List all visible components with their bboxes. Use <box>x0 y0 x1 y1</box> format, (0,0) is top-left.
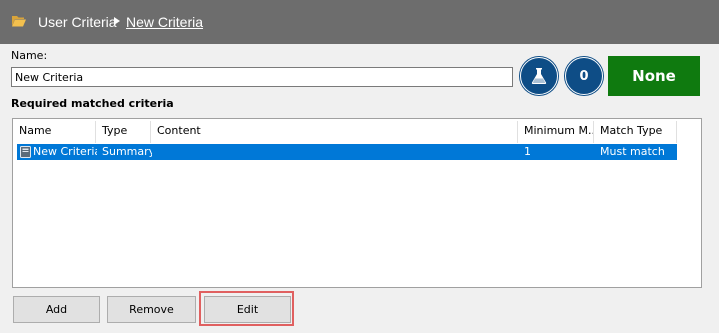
cell-name: New Criteria <box>33 145 97 158</box>
table-row[interactable]: New Criteria Summary 1 Must match <box>17 144 677 160</box>
breadcrumb-current[interactable]: New Criteria <box>126 14 203 30</box>
match-count-badge[interactable]: 0 <box>565 57 603 95</box>
header-bar: User Criteria New Criteria <box>0 0 719 44</box>
test-button[interactable] <box>520 57 558 95</box>
breadcrumb-root[interactable]: User Criteria <box>38 14 117 30</box>
flask-icon <box>531 68 547 84</box>
cell-content <box>157 144 517 160</box>
cell-minimum: 1 <box>524 145 531 158</box>
criteria-book-icon <box>20 146 31 158</box>
name-label: Name: <box>11 49 48 62</box>
edit-button[interactable]: Edit <box>204 296 291 323</box>
remove-button[interactable]: Remove <box>107 296 196 323</box>
criteria-list[interactable]: Name Type Content Minimum M... Match Typ… <box>12 118 702 288</box>
add-button[interactable]: Add <box>13 296 100 323</box>
column-header-minimum[interactable]: Minimum M... <box>518 121 594 143</box>
breadcrumb-separator-icon <box>114 17 120 25</box>
column-header-match-type[interactable]: Match Type <box>594 121 677 143</box>
open-folder-icon <box>12 16 26 27</box>
section-title: Required matched criteria <box>11 97 174 110</box>
name-input[interactable] <box>11 67 513 87</box>
status-button[interactable]: None <box>608 56 700 96</box>
column-header-name[interactable]: Name <box>13 121 96 143</box>
cell-match-type: Must match <box>600 145 665 158</box>
cell-type: Summary <box>102 145 152 158</box>
column-header-content[interactable]: Content <box>151 121 518 143</box>
column-header-type[interactable]: Type <box>96 121 151 143</box>
